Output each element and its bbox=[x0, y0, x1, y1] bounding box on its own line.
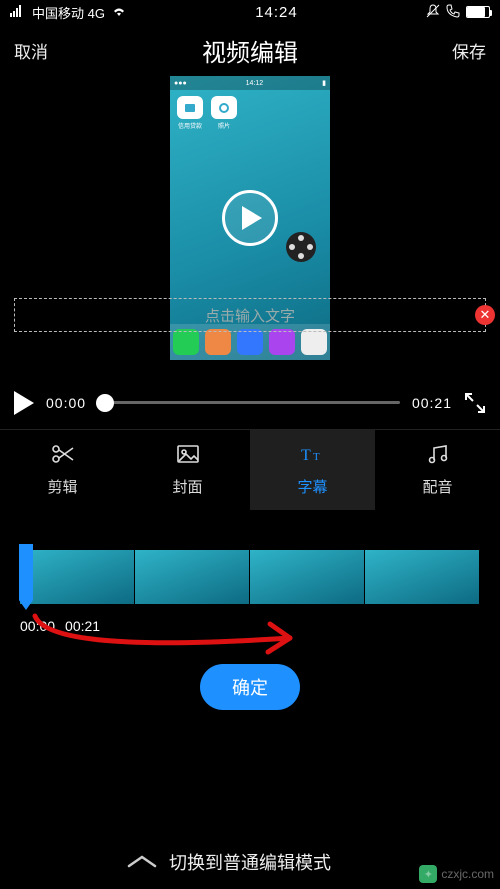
watermark-text: czxjc.com bbox=[441, 867, 494, 881]
cancel-button[interactable]: 取消 bbox=[14, 38, 74, 63]
watermark-logo-icon: ✦ bbox=[419, 865, 437, 883]
total-time: 00:21 bbox=[412, 395, 452, 411]
subtitle-placeholder: 点击输入文字 bbox=[205, 305, 295, 326]
editor-tabs: 剪辑 封面 TT 字幕 配音 bbox=[0, 430, 500, 510]
save-button[interactable]: 保存 bbox=[426, 38, 486, 63]
fullscreen-button[interactable] bbox=[464, 392, 486, 414]
delete-subtitle-button[interactable]: ✕ bbox=[475, 305, 495, 325]
chevron-up-icon bbox=[127, 852, 157, 873]
joystick-icon bbox=[286, 232, 316, 262]
video-preview-area: ●●● 14:12 ▮ 信用贷款 照片 点击输入文字 bbox=[0, 76, 500, 376]
timeline-end-time: 00:21 bbox=[65, 618, 100, 634]
battery-icon bbox=[466, 6, 490, 18]
preview-app-icon: 照片 bbox=[210, 96, 238, 130]
play-overlay-icon[interactable] bbox=[222, 190, 278, 246]
tab-label: 封面 bbox=[172, 476, 202, 497]
status-time: 14:24 bbox=[127, 4, 426, 21]
timeline-start-time: 00:00 bbox=[20, 618, 55, 634]
play-button[interactable] bbox=[14, 391, 34, 415]
timeline-frame bbox=[250, 550, 365, 604]
tab-label: 字幕 bbox=[297, 476, 327, 497]
watermark: ✦ czxjc.com bbox=[419, 865, 494, 883]
scissors-icon bbox=[51, 444, 75, 468]
preview-app-icon: 信用贷款 bbox=[176, 96, 204, 130]
text-icon: TT bbox=[301, 444, 325, 468]
tab-subtitle[interactable]: TT 字幕 bbox=[250, 430, 375, 510]
tab-label: 剪辑 bbox=[47, 476, 77, 497]
alarm-off-icon bbox=[426, 4, 440, 21]
timeline-start-handle[interactable] bbox=[19, 544, 33, 610]
music-icon bbox=[426, 444, 450, 468]
timeline-frame bbox=[135, 550, 250, 604]
editor-header: 取消 视频编辑 保存 bbox=[0, 24, 500, 76]
tab-cover[interactable]: 封面 bbox=[125, 430, 250, 510]
close-icon: ✕ bbox=[480, 307, 491, 323]
signal-icon bbox=[10, 5, 26, 20]
svg-text:T: T bbox=[313, 451, 320, 463]
subtitle-timeline: 00:00 00:21 确定 bbox=[0, 510, 500, 710]
tab-label: 配音 bbox=[422, 476, 452, 497]
page-title: 视频编辑 bbox=[202, 33, 298, 68]
confirm-button[interactable]: 确定 bbox=[200, 664, 300, 710]
timeline-frame bbox=[365, 550, 480, 604]
wifi-icon bbox=[111, 5, 127, 20]
seek-knob[interactable] bbox=[96, 394, 114, 412]
switch-mode-label: 切换到普通编辑模式 bbox=[169, 849, 331, 875]
current-time: 00:00 bbox=[46, 395, 86, 411]
carrier-label: 中国移动 4G bbox=[32, 3, 105, 22]
seek-slider[interactable] bbox=[98, 401, 400, 404]
timeline-frame bbox=[20, 550, 135, 604]
phone-icon bbox=[446, 4, 460, 21]
status-bar: 中国移动 4G 14:24 bbox=[0, 0, 500, 24]
image-icon bbox=[176, 444, 200, 468]
annotation-arrow-icon bbox=[30, 606, 320, 666]
playback-bar: 00:00 00:21 bbox=[0, 376, 500, 430]
subtitle-text-input[interactable]: 点击输入文字 ✕ bbox=[14, 298, 486, 332]
timeline-frames[interactable] bbox=[20, 550, 480, 604]
tab-trim[interactable]: 剪辑 bbox=[0, 430, 125, 510]
tab-audio[interactable]: 配音 bbox=[375, 430, 500, 510]
svg-text:T: T bbox=[301, 447, 311, 464]
preview-inner-time: 14:12 bbox=[246, 80, 264, 87]
